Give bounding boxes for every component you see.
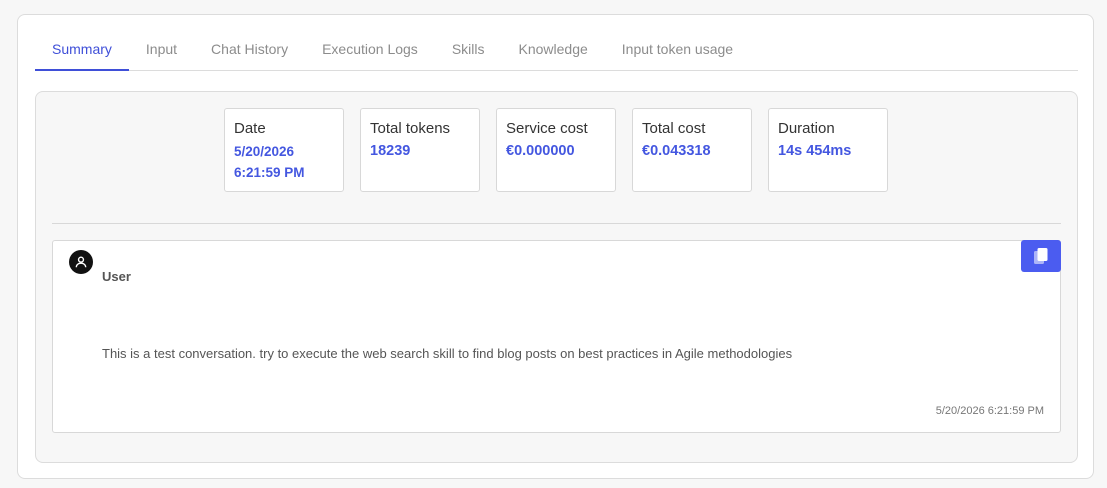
summary-panel: Date 5/20/2026 6:21:59 PM Total tokens 1… [35,91,1078,463]
message-timestamp: 5/20/2026 6:21:59 PM [935,405,1044,417]
stat-label: Date [234,120,266,137]
tab-input-token-usage[interactable]: Input token usage [605,37,750,71]
stat-value-total-cost: €0.043318 [642,143,711,159]
copy-button[interactable] [1021,240,1061,272]
tab-chat-history[interactable]: Chat History [194,37,305,71]
tab-skills[interactable]: Skills [435,37,502,71]
tab-bar: Summary Input Chat History Execution Log… [35,37,1078,71]
stat-label: Duration [778,120,835,137]
stat-card-service-cost: Service cost €0.000000 [496,108,616,192]
stat-card-total-tokens: Total tokens 18239 [360,108,480,192]
date-value: 5/20/2026 [234,144,295,159]
execution-details-card: Summary Input Chat History Execution Log… [17,14,1094,479]
stat-value-service-cost: €0.000000 [506,143,575,159]
copy-icon [1034,248,1048,264]
chat-message: User This is a test conversation. try to… [52,240,1061,433]
tab-knowledge[interactable]: Knowledge [501,37,604,71]
tab-input[interactable]: Input [129,37,194,71]
tab-execution-logs[interactable]: Execution Logs [305,37,435,71]
stat-value-total-tokens: 18239 [370,143,411,159]
stat-label: Service cost [506,120,588,137]
stats-row: Date 5/20/2026 6:21:59 PM Total tokens 1… [224,108,888,192]
stat-value-date: 5/20/2026 6:21:59 PM [234,141,334,183]
stat-card-duration: Duration 14s 454ms [768,108,888,192]
tab-summary[interactable]: Summary [35,37,129,71]
stat-label: Total cost [642,120,706,137]
stat-card-total-cost: Total cost €0.043318 [632,108,752,192]
divider [52,223,1061,224]
stat-value-duration: 14s 454ms [778,143,852,159]
stat-label: Total tokens [370,120,451,137]
message-text: This is a test conversation. try to exec… [102,346,793,361]
user-icon [69,250,93,274]
message-sender: User [102,269,131,284]
time-value: 6:21:59 PM [234,165,305,180]
stat-card-date: Date 5/20/2026 6:21:59 PM [224,108,344,192]
